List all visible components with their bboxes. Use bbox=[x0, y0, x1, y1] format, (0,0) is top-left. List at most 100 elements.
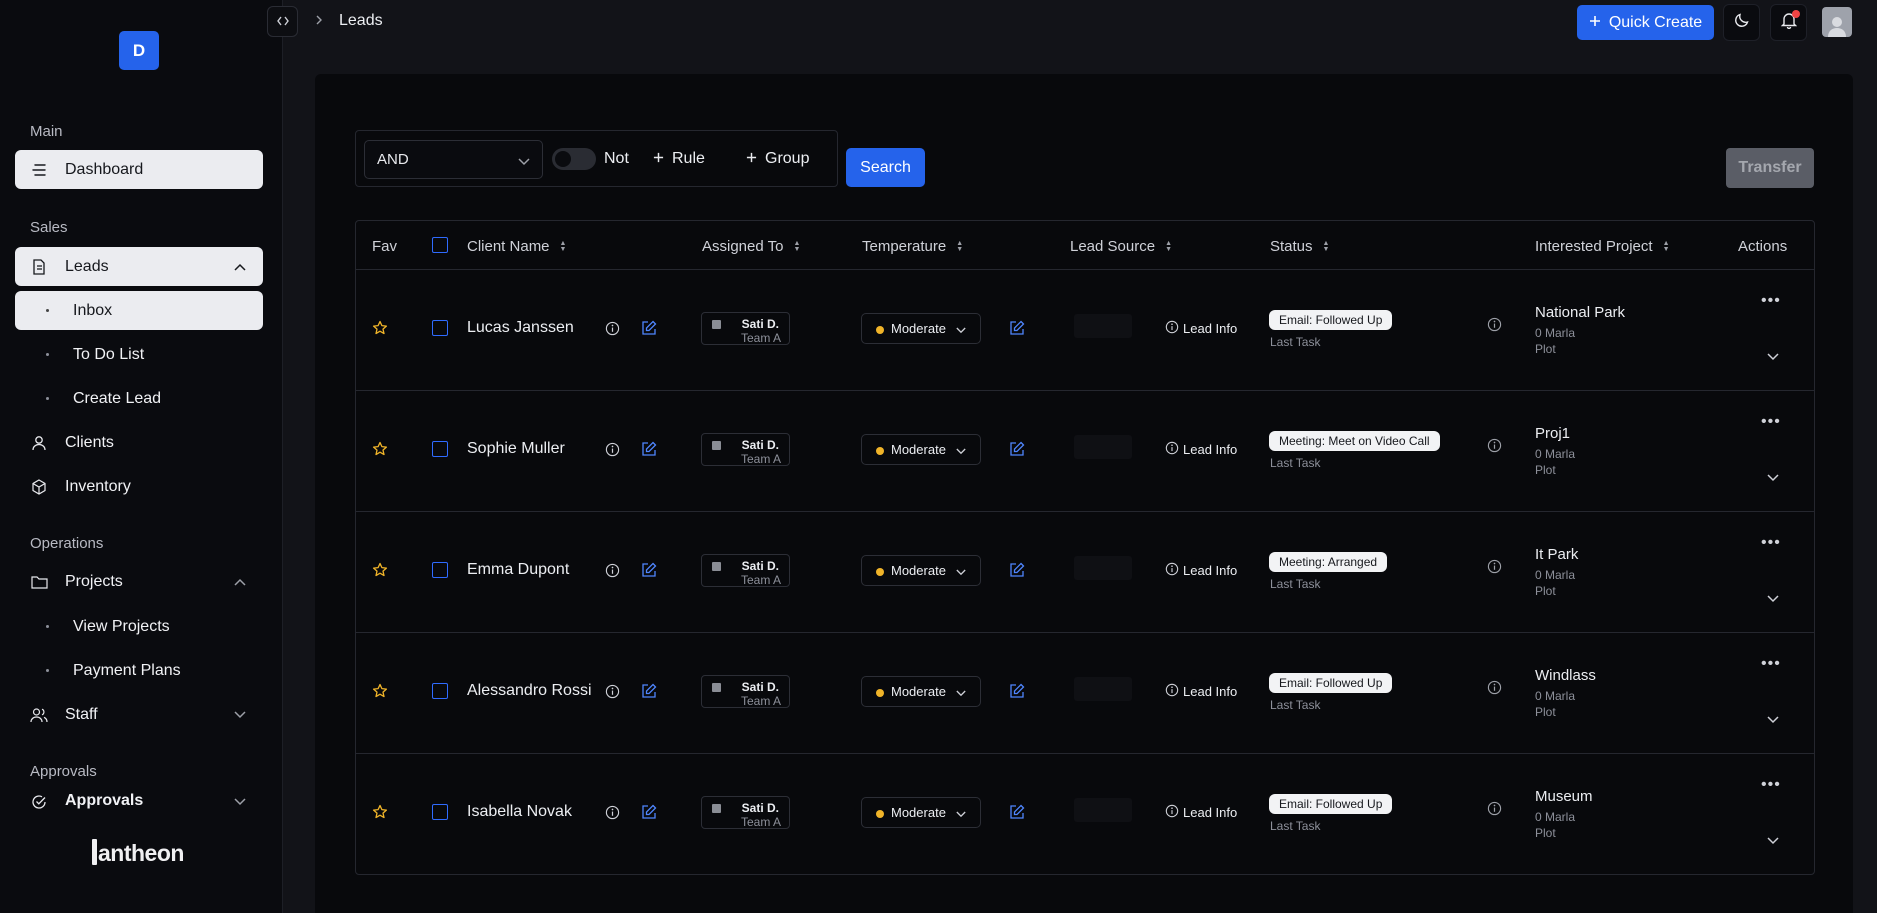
header-interested-project[interactable]: Interested Project ▲ ▼ bbox=[1535, 238, 1670, 255]
project-name[interactable]: Museum bbox=[1535, 788, 1593, 805]
sidebar-item-view-projects[interactable]: View Projects bbox=[15, 607, 263, 646]
star-icon[interactable] bbox=[372, 683, 388, 704]
info-icon[interactable] bbox=[605, 321, 620, 341]
workspace-badge[interactable]: D bbox=[119, 31, 159, 70]
chevron-down-icon[interactable] bbox=[1767, 469, 1779, 487]
project-name[interactable]: National Park bbox=[1535, 304, 1625, 321]
more-actions-icon[interactable]: ••• bbox=[1761, 655, 1781, 673]
star-icon[interactable] bbox=[372, 320, 388, 341]
chevron-down-icon[interactable] bbox=[1767, 590, 1779, 608]
client-name[interactable]: Lucas Janssen bbox=[467, 319, 574, 337]
quick-create-button[interactable]: Quick Create bbox=[1577, 5, 1714, 40]
edit-icon[interactable] bbox=[1009, 320, 1025, 341]
add-group-button[interactable]: Group bbox=[746, 150, 809, 168]
edit-icon[interactable] bbox=[1009, 683, 1025, 704]
chevron-down-icon[interactable] bbox=[1767, 711, 1779, 729]
row-checkbox[interactable] bbox=[432, 320, 448, 336]
header-client-name[interactable]: Client Name ▲ ▼ bbox=[467, 238, 566, 255]
info-icon[interactable] bbox=[1487, 680, 1502, 700]
lead-info-link[interactable]: Lead Info bbox=[1165, 804, 1237, 821]
chevron-down-icon[interactable] bbox=[233, 708, 247, 722]
chevron-up-icon[interactable] bbox=[233, 260, 247, 274]
transfer-button[interactable]: Transfer bbox=[1726, 148, 1814, 188]
star-icon[interactable] bbox=[372, 562, 388, 583]
search-button[interactable]: Search bbox=[846, 148, 925, 187]
header-lead-source[interactable]: Lead Source ▲ ▼ bbox=[1070, 238, 1172, 255]
row-checkbox[interactable] bbox=[432, 562, 448, 578]
header-assigned-to[interactable]: Assigned To ▲ ▼ bbox=[702, 238, 800, 255]
info-icon[interactable] bbox=[1487, 317, 1502, 337]
info-icon[interactable] bbox=[605, 442, 620, 462]
lead-info-link[interactable]: Lead Info bbox=[1165, 683, 1237, 700]
project-name[interactable]: Windlass bbox=[1535, 667, 1596, 684]
info-icon[interactable] bbox=[605, 684, 620, 704]
sidebar-item-create-lead[interactable]: Create Lead bbox=[15, 379, 263, 418]
info-icon[interactable] bbox=[1487, 438, 1502, 458]
chevron-down-icon[interactable] bbox=[233, 795, 247, 809]
sidebar-item-dashboard[interactable]: Dashboard bbox=[15, 150, 263, 189]
sidebar-item-inventory[interactable]: Inventory bbox=[15, 467, 263, 506]
breadcrumb[interactable]: Leads bbox=[339, 12, 383, 30]
client-name[interactable]: Alessandro Rossi bbox=[467, 682, 592, 700]
notifications-button[interactable] bbox=[1770, 4, 1807, 41]
assignee-chip[interactable]: Sati D. Team A bbox=[701, 312, 790, 345]
header-status[interactable]: Status ▲ ▼ bbox=[1270, 238, 1329, 255]
row-checkbox[interactable] bbox=[432, 441, 448, 457]
chevron-down-icon[interactable] bbox=[1767, 348, 1779, 366]
star-icon[interactable] bbox=[372, 441, 388, 462]
sidebar-item-projects[interactable]: Projects bbox=[15, 562, 263, 601]
project-name[interactable]: Proj1 bbox=[1535, 425, 1570, 442]
sidebar-item-staff[interactable]: Staff bbox=[15, 695, 263, 734]
edit-icon[interactable] bbox=[641, 804, 657, 825]
header-temperature[interactable]: Temperature ▲ ▼ bbox=[862, 238, 963, 255]
lead-info-link[interactable]: Lead Info bbox=[1165, 320, 1237, 337]
edit-icon[interactable] bbox=[1009, 562, 1025, 583]
client-name[interactable]: Sophie Muller bbox=[467, 440, 565, 458]
sidebar-item-clients[interactable]: Clients bbox=[15, 423, 263, 462]
sidebar-item-approvals[interactable]: Approvals bbox=[15, 791, 263, 811]
star-icon[interactable] bbox=[372, 804, 388, 825]
info-icon[interactable] bbox=[605, 563, 620, 583]
info-icon[interactable] bbox=[605, 805, 620, 825]
sidebar-toggle-button[interactable] bbox=[267, 6, 298, 37]
select-all-checkbox[interactable] bbox=[432, 237, 448, 253]
avatar[interactable] bbox=[1822, 7, 1852, 37]
edit-icon[interactable] bbox=[641, 683, 657, 704]
edit-icon[interactable] bbox=[641, 320, 657, 341]
operator-select[interactable]: AND bbox=[364, 140, 543, 179]
sidebar-item-payment-plans[interactable]: Payment Plans bbox=[15, 651, 263, 690]
sidebar-item-inbox[interactable]: Inbox bbox=[15, 291, 263, 330]
assignee-chip[interactable]: Sati D. Team A bbox=[701, 675, 790, 708]
project-name[interactable]: It Park bbox=[1535, 546, 1578, 563]
info-icon[interactable] bbox=[1487, 559, 1502, 579]
edit-icon[interactable] bbox=[1009, 804, 1025, 825]
chevron-down-icon[interactable] bbox=[1767, 832, 1779, 850]
edit-icon[interactable] bbox=[1009, 441, 1025, 462]
info-icon[interactable] bbox=[1487, 801, 1502, 821]
theme-toggle-button[interactable] bbox=[1723, 4, 1760, 41]
more-actions-icon[interactable]: ••• bbox=[1761, 413, 1781, 431]
edit-icon[interactable] bbox=[641, 562, 657, 583]
lead-info-link[interactable]: Lead Info bbox=[1165, 441, 1237, 458]
add-rule-button[interactable]: Rule bbox=[653, 150, 705, 168]
not-toggle[interactable] bbox=[552, 148, 596, 170]
client-name[interactable]: Isabella Novak bbox=[467, 803, 572, 821]
more-actions-icon[interactable]: ••• bbox=[1761, 776, 1781, 794]
lead-info-link[interactable]: Lead Info bbox=[1165, 562, 1237, 579]
more-actions-icon[interactable]: ••• bbox=[1761, 534, 1781, 552]
edit-icon[interactable] bbox=[641, 441, 657, 462]
assignee-chip[interactable]: Sati D. Team A bbox=[701, 554, 790, 587]
assignee-chip[interactable]: Sati D. Team A bbox=[701, 796, 790, 829]
temperature-select[interactable]: Moderate bbox=[861, 434, 981, 465]
more-actions-icon[interactable]: ••• bbox=[1761, 292, 1781, 310]
temperature-select[interactable]: Moderate bbox=[861, 555, 981, 586]
sidebar-item-leads[interactable]: Leads bbox=[15, 247, 263, 286]
temperature-select[interactable]: Moderate bbox=[861, 676, 981, 707]
temperature-select[interactable]: Moderate bbox=[861, 797, 981, 828]
row-checkbox[interactable] bbox=[432, 683, 448, 699]
assignee-chip[interactable]: Sati D. Team A bbox=[701, 433, 790, 466]
chevron-up-icon[interactable] bbox=[233, 575, 247, 589]
temperature-select[interactable]: Moderate bbox=[861, 313, 981, 344]
row-checkbox[interactable] bbox=[432, 804, 448, 820]
sidebar-item-todo[interactable]: To Do List bbox=[15, 335, 263, 374]
